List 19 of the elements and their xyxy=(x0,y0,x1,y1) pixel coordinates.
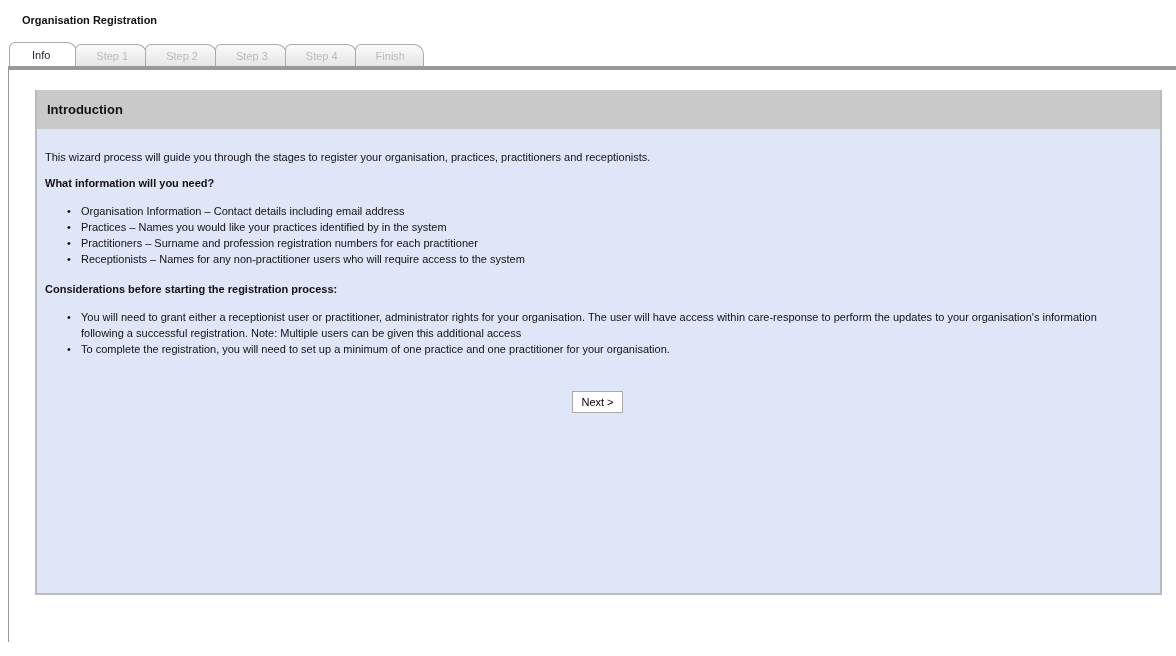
section-heading: What information will you need? xyxy=(45,177,216,189)
bullet-icon: • xyxy=(67,219,81,235)
page-title: Organisation Registration xyxy=(22,14,159,26)
list-item: Practitioners – Surname and profession registration numbers for each practitioner xyxy=(81,236,479,251)
intro-text: This wizard process will guide you through the stages to register your organisation, practices, practitioners and receptionists. xyxy=(45,151,652,163)
bullet-icon: • xyxy=(67,309,81,341)
card-title: Introduction xyxy=(37,90,1160,129)
list-item: Organisation Information – Contact details including email address xyxy=(81,204,406,219)
list-item: Receptionists – Names for any non-practitioner users who will require access to the system xyxy=(81,252,526,267)
next-button[interactable]: Next > xyxy=(572,391,623,413)
list-item: Practices – Names you would like your practices identified by in the system xyxy=(81,220,448,235)
bullet-icon: • xyxy=(67,235,81,251)
bullet-icon: • xyxy=(67,251,81,267)
wizard-tab[interactable]: Info xyxy=(9,42,78,66)
section-heading: Considerations before starting the registration process: xyxy=(45,283,339,295)
bullet-icon: • xyxy=(67,341,81,357)
bullet-icon: • xyxy=(67,203,81,219)
list-item: To complete the registration, you will need to set up a minimum of one practice and one practitioner for your organisation. xyxy=(81,342,671,357)
list-item: You will need to grant either a receptionist user or practitioner, administrator rights for your organisation. The user will have access within care-response to perform the updates to your organisation's information following a successful registration. Note: Multiple users can be given this additional access xyxy=(81,310,1098,341)
